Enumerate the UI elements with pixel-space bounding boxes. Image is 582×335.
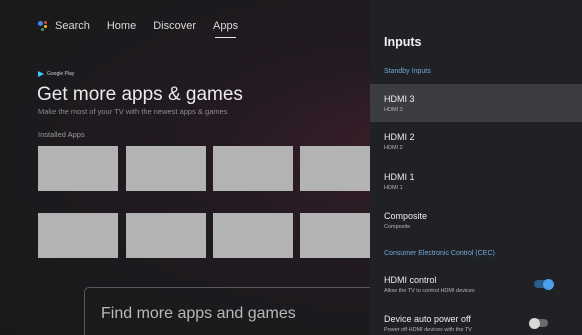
app-tile[interactable] — [126, 146, 206, 191]
app-tile[interactable] — [213, 213, 293, 258]
input-subtitle: Composite — [384, 224, 411, 230]
input-title: Composite — [384, 211, 428, 221]
google-assistant-icon — [38, 20, 50, 32]
setting-subtitle: Power off HDMI devices with the TV — [384, 327, 472, 333]
panel-title: Inputs — [384, 35, 422, 49]
input-row-hdmi2[interactable]: HDMI 2 HDMI 2 — [370, 125, 582, 163]
google-play-badge: Google Play — [38, 71, 74, 77]
nav-home[interactable]: Home — [107, 20, 136, 32]
app-tile[interactable] — [213, 146, 293, 191]
input-title: HDMI 3 — [384, 94, 415, 104]
app-tile[interactable] — [300, 146, 380, 191]
nav-search-label: Search — [55, 20, 90, 32]
input-row-hdmi1[interactable]: HDMI 1 HDMI 1 — [370, 165, 582, 203]
google-play-label: Google Play — [47, 71, 75, 77]
nav-discover[interactable]: Discover — [153, 20, 196, 32]
google-play-icon — [38, 71, 44, 77]
app-tile[interactable] — [38, 146, 118, 191]
setting-title: Device auto power off — [384, 314, 471, 324]
app-tile[interactable] — [300, 213, 380, 258]
nav-search[interactable]: Search — [38, 20, 90, 32]
top-nav: Search Home Discover Apps — [38, 20, 239, 38]
input-row-hdmi3[interactable]: HDMI 3 HDMI 3 — [370, 84, 582, 122]
input-subtitle: HDMI 2 — [384, 145, 403, 151]
inputs-panel: Inputs Standby Inputs HDMI 3 HDMI 3 HDMI… — [370, 0, 582, 335]
app-tile[interactable] — [38, 213, 118, 258]
nav-discover-label: Discover — [153, 20, 196, 32]
nav-apps-label: Apps — [213, 20, 239, 32]
nav-apps[interactable]: Apps — [213, 20, 239, 38]
input-subtitle: HDMI 3 — [384, 107, 403, 113]
hdmi-control-row[interactable]: HDMI control Allow the TV to control HDM… — [370, 268, 582, 302]
app-tile[interactable] — [126, 213, 206, 258]
standby-inputs-header: Standby Inputs — [384, 68, 431, 75]
cec-header: Consumer Electronic Control (CEC) — [384, 250, 495, 257]
hero-title: Get more apps & games — [37, 84, 243, 105]
nav-home-label: Home — [106, 20, 137, 32]
device-auto-power-off-toggle[interactable] — [529, 317, 548, 329]
installed-apps-label: Installed Apps — [38, 130, 85, 139]
input-row-composite[interactable]: Composite Composite — [370, 205, 582, 243]
find-more-apps-label: Find more apps and games — [101, 305, 296, 322]
hero-subtitle: Make the most of your TV with the newest… — [38, 107, 228, 116]
hdmi-control-toggle[interactable] — [534, 278, 554, 290]
device-auto-power-off-row[interactable]: Device auto power off Power off HDMI dev… — [370, 307, 582, 335]
input-title: HDMI 2 — [384, 132, 415, 142]
setting-subtitle: Allow the TV to control HDMI devices — [384, 288, 475, 294]
tv-home-screen: Search Home Discover Apps Google Play Ge… — [0, 0, 582, 335]
input-title: HDMI 1 — [384, 172, 415, 182]
input-subtitle: HDMI 1 — [384, 185, 403, 191]
